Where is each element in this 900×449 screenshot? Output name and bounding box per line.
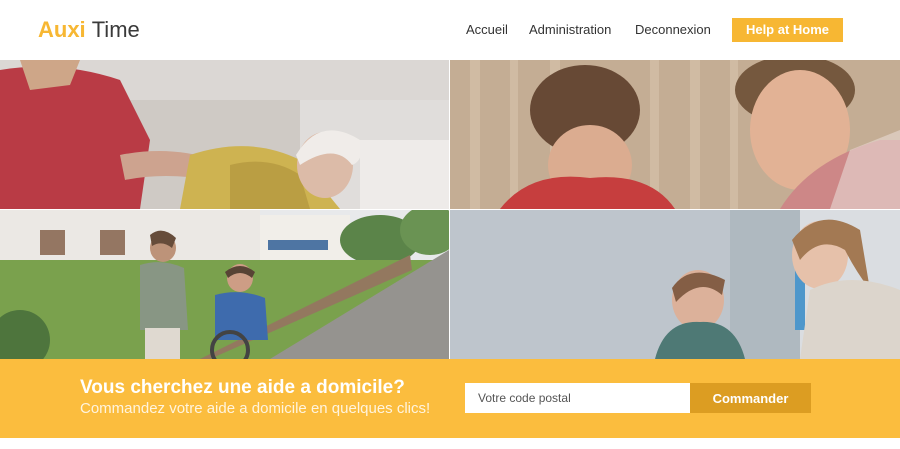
logo-rest-text: Time	[91, 17, 140, 42]
hero-photo-caregiver-talk	[450, 210, 900, 359]
cta-title: Vous cherchez une aide a domicile?	[80, 377, 405, 398]
hero-photo-elderly-care	[0, 60, 449, 209]
postal-code-input[interactable]	[465, 383, 690, 413]
logo-accent-text: Auxi	[38, 17, 86, 42]
help-at-home-button[interactable]: Help at Home	[732, 18, 843, 42]
nav-link-administration[interactable]: Administration	[529, 22, 611, 38]
order-cta-band: Vous cherchez une aide a domicile? Comma…	[0, 359, 900, 438]
nav-link-deconnexion[interactable]: Deconnexion	[635, 22, 711, 38]
hero-photo-wheelchair-walk	[0, 210, 449, 359]
logo[interactable]: Auxi Time	[38, 17, 140, 43]
order-button[interactable]: Commander	[690, 383, 811, 413]
photo-divider-horizontal	[0, 209, 900, 210]
site-header: Auxi Time Accueil Administration Deconnex…	[0, 0, 900, 60]
hero-photo-smiling-couple	[450, 60, 900, 209]
cta-subtitle: Commandez votre aide a domicile en quelq…	[80, 400, 431, 417]
page-bottom	[0, 438, 900, 449]
nav-link-accueil[interactable]: Accueil	[466, 22, 508, 38]
